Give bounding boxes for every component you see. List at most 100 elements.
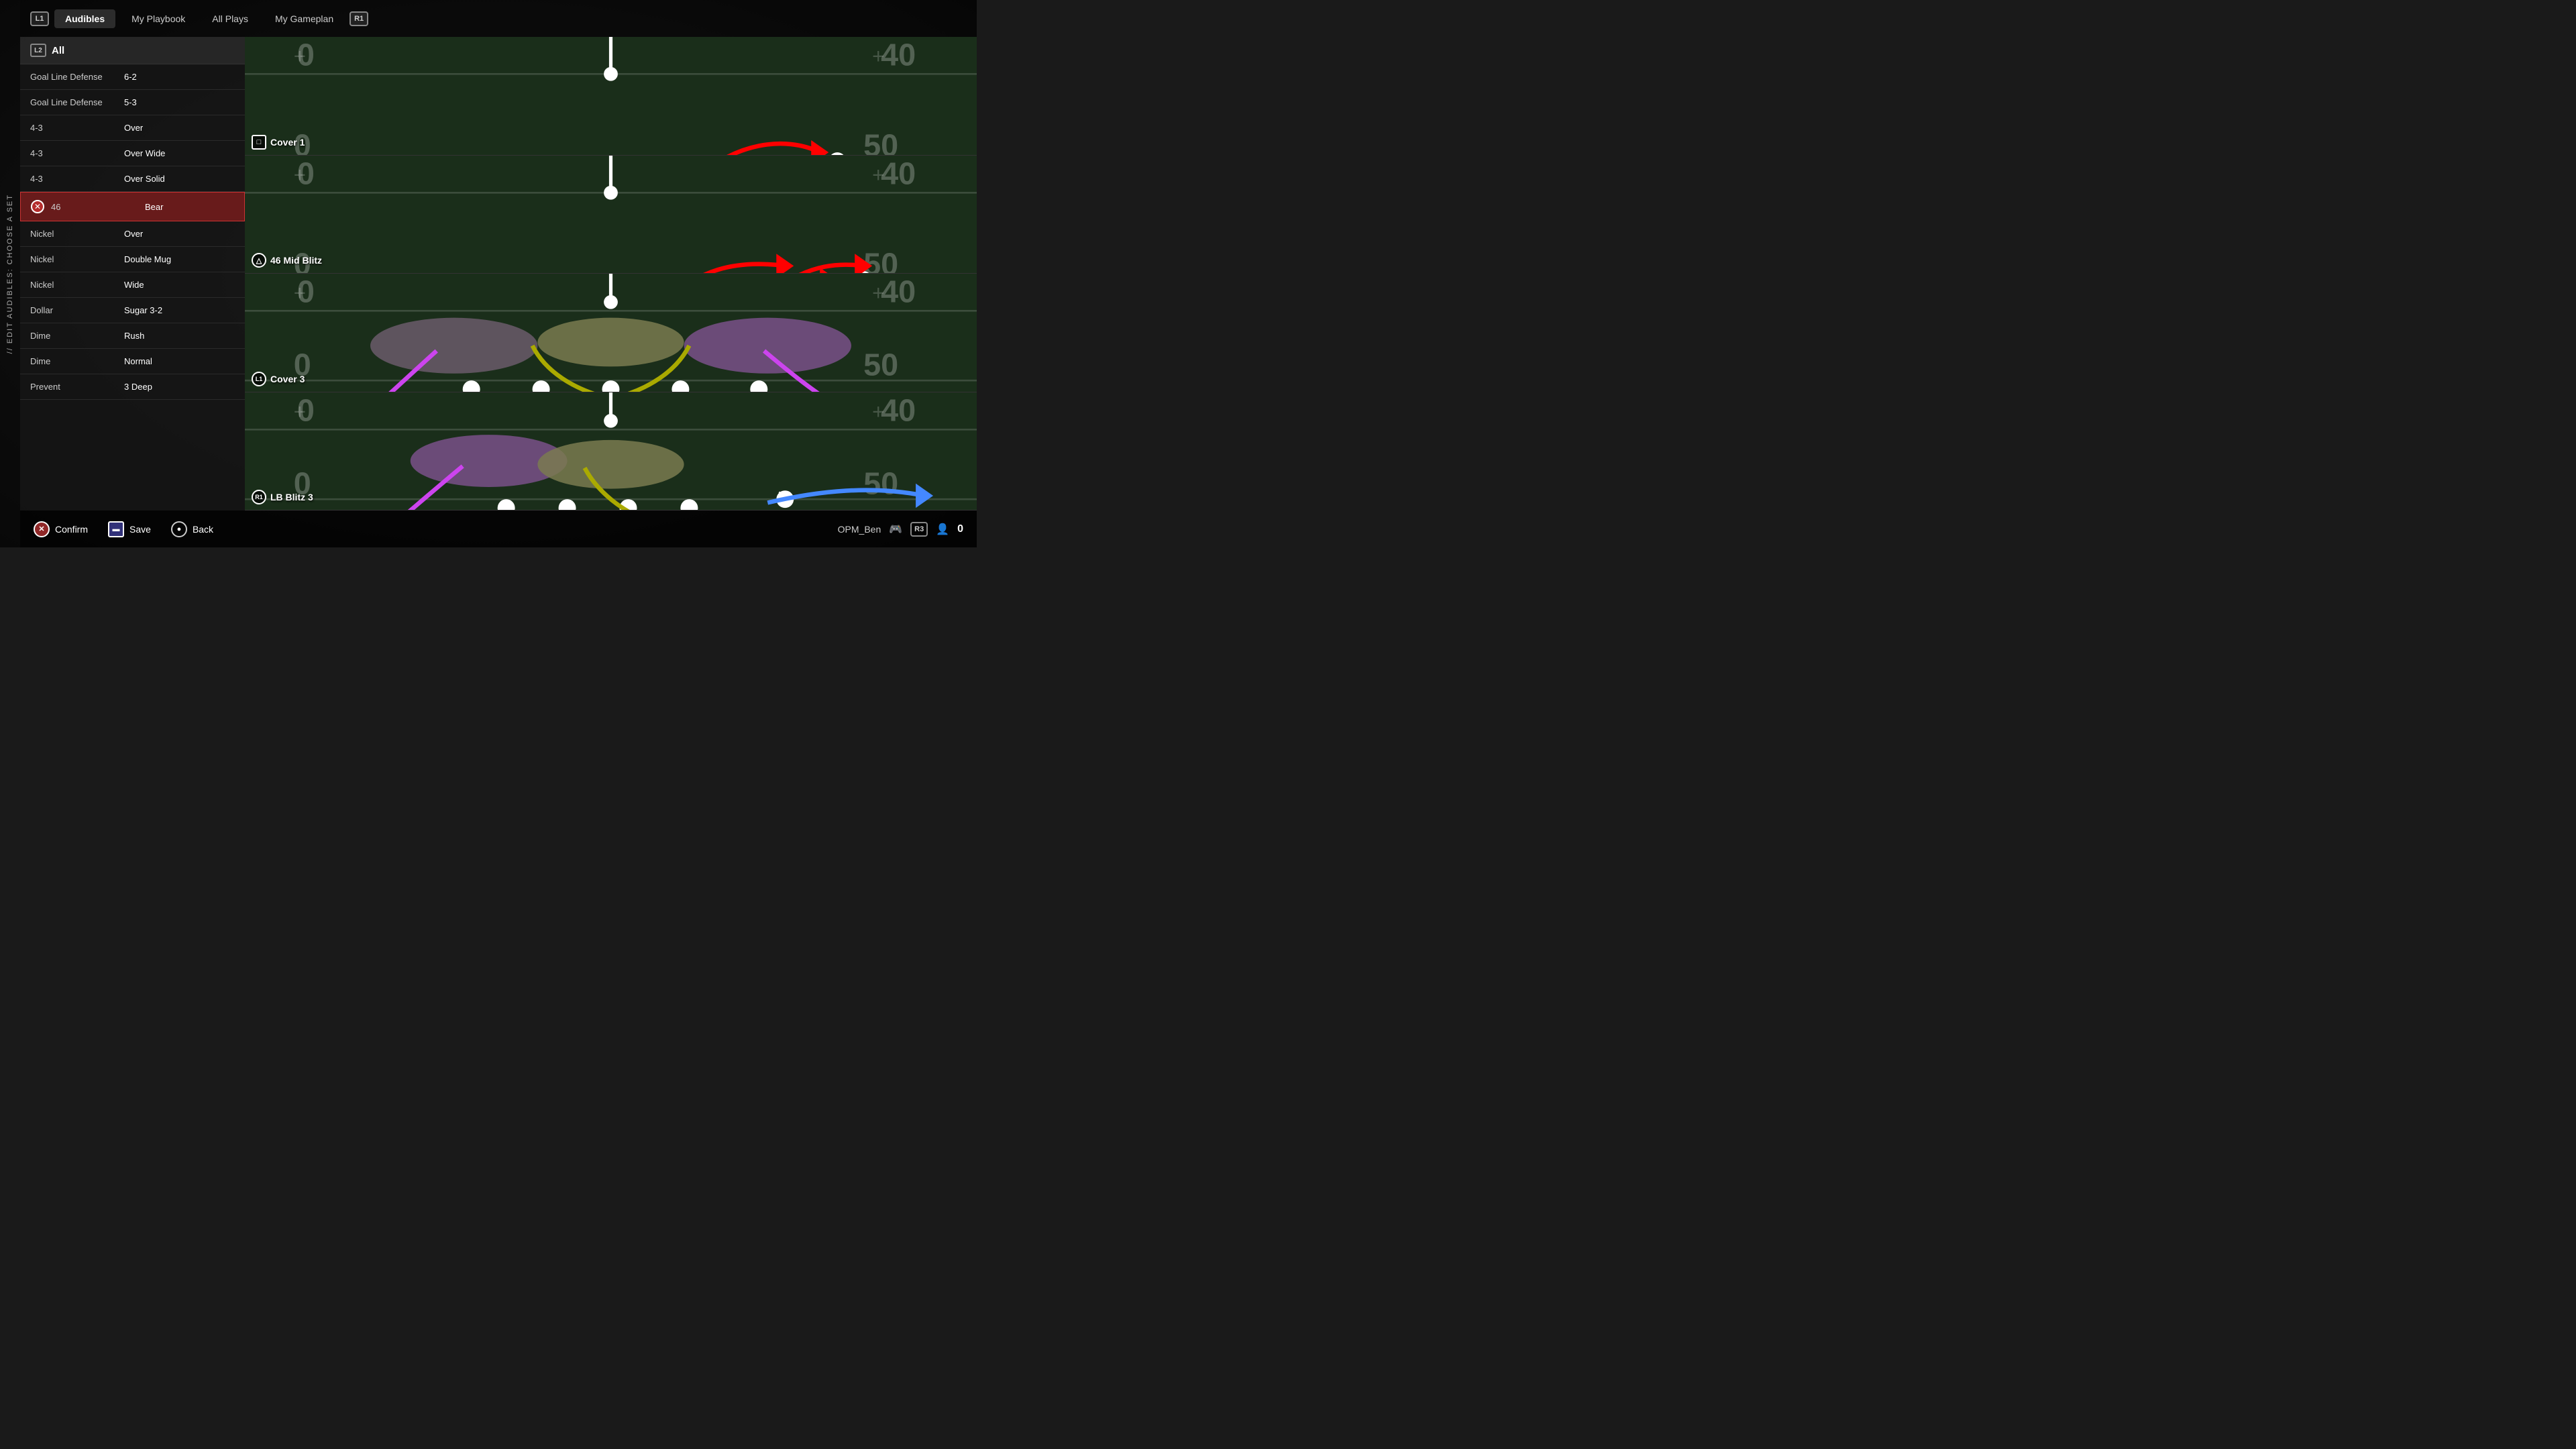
play-name-cover3: Cover 3 bbox=[270, 374, 305, 384]
play-name-7: Double Mug bbox=[124, 254, 171, 264]
play-name-3: Over Wide bbox=[124, 148, 165, 158]
r3-badge: R3 bbox=[910, 522, 928, 537]
play-name-5: Bear bbox=[145, 202, 163, 212]
square-icon: □ bbox=[252, 135, 266, 150]
selected-icon: ✕ bbox=[31, 200, 44, 213]
play-row-11[interactable]: Dime Normal bbox=[20, 349, 245, 374]
formation-12: Prevent bbox=[30, 382, 117, 392]
formation-7: Nickel bbox=[30, 254, 117, 264]
svg-text:40: 40 bbox=[881, 156, 916, 191]
play-row-9[interactable]: Dollar Sugar 3-2 bbox=[20, 298, 245, 323]
svg-text:40: 40 bbox=[881, 392, 916, 427]
tab-my-playbook[interactable]: My Playbook bbox=[121, 9, 196, 28]
svg-text:+: + bbox=[872, 400, 884, 423]
play-badge-lblitz3: R1 LB Blitz 3 bbox=[252, 490, 313, 504]
play-row-12[interactable]: Prevent 3 Deep bbox=[20, 374, 245, 400]
formation-11: Dime bbox=[30, 356, 117, 366]
controller-icon: 🎮 bbox=[889, 523, 902, 536]
diagram-cover1[interactable]: 0 40 0 50 5 50 + + ✕ ✕ bbox=[245, 37, 977, 156]
svg-text:+: + bbox=[872, 163, 884, 186]
l2-badge: L2 bbox=[30, 44, 46, 57]
formation-3: 4-3 bbox=[30, 148, 117, 158]
confirm-label: Confirm bbox=[55, 524, 88, 535]
diagram-46midblitz[interactable]: 0 40 0 50 5 50 + + ✕ ✕ bbox=[245, 156, 977, 274]
play-row-2[interactable]: 4-3 Over bbox=[20, 115, 245, 141]
svg-text:50: 50 bbox=[863, 466, 898, 500]
play-name-8: Wide bbox=[124, 280, 144, 290]
save-action[interactable]: ▬ Save bbox=[108, 521, 151, 537]
save-label: Save bbox=[129, 524, 151, 535]
play-badge-cover3: L1 Cover 3 bbox=[252, 372, 305, 386]
play-name-9: Sugar 3-2 bbox=[124, 305, 162, 315]
top-nav: L1 Audibles My Playbook All Plays My Gam… bbox=[20, 0, 977, 37]
svg-text:50: 50 bbox=[863, 127, 898, 154]
category-label: All bbox=[52, 45, 64, 56]
l1-icon: L1 bbox=[252, 372, 266, 386]
bottom-bar: ✕ Confirm ▬ Save ● Back OPM_Ben 🎮 R3 👤 0 bbox=[20, 511, 977, 547]
x-button-icon: ✕ bbox=[34, 521, 50, 537]
play-name-1: 5-3 bbox=[124, 97, 137, 107]
tab-audibles[interactable]: Audibles bbox=[54, 9, 115, 28]
play-diagrams-panel: 0 40 0 50 5 50 + + ✕ ✕ bbox=[245, 37, 977, 511]
diagram-46midblitz-svg: 0 40 0 50 5 50 + + ✕ ✕ bbox=[245, 156, 977, 274]
square-button-icon: ▬ bbox=[108, 521, 124, 537]
tab-all-plays[interactable]: All Plays bbox=[201, 9, 259, 28]
l1-badge: L1 bbox=[30, 11, 49, 26]
svg-text:+: + bbox=[294, 45, 306, 68]
play-row-3[interactable]: 4-3 Over Wide bbox=[20, 141, 245, 166]
svg-text:+: + bbox=[294, 400, 306, 423]
category-header: L2 All bbox=[20, 37, 245, 64]
diagram-cover1-svg: 0 40 0 50 5 50 + + ✕ ✕ bbox=[245, 37, 977, 155]
play-row-4[interactable]: 4-3 Over Solid bbox=[20, 166, 245, 192]
svg-text:+: + bbox=[872, 45, 884, 68]
username: OPM_Ben bbox=[838, 524, 881, 535]
diagram-cover3[interactable]: 0 40 0 50 + + ✕ bbox=[245, 274, 977, 392]
play-row-10[interactable]: Dime Rush bbox=[20, 323, 245, 349]
formation-8: Nickel bbox=[30, 280, 117, 290]
formation-10: Dime bbox=[30, 331, 117, 341]
play-name-lblitz3: LB Blitz 3 bbox=[270, 492, 313, 502]
play-list-panel: L2 All Goal Line Defense 6-2 Goal Line D… bbox=[20, 37, 245, 511]
svg-text:50: 50 bbox=[863, 347, 898, 382]
play-badge-cover1: □ Cover 1 bbox=[252, 135, 305, 150]
side-label-container: // EDIT AUDIBLES: CHOOSE A SET bbox=[0, 0, 20, 547]
play-row-1[interactable]: Goal Line Defense 5-3 bbox=[20, 90, 245, 115]
formation-5: 46 bbox=[51, 202, 138, 212]
play-name-cover1: Cover 1 bbox=[270, 137, 305, 148]
play-row-8[interactable]: Nickel Wide bbox=[20, 272, 245, 298]
side-label-text: // EDIT AUDIBLES: CHOOSE A SET bbox=[6, 194, 14, 354]
play-row-5[interactable]: ✕ 46 Bear bbox=[20, 192, 245, 221]
formation-9: Dollar bbox=[30, 305, 117, 315]
formation-0: Goal Line Defense bbox=[30, 72, 117, 82]
play-row-0[interactable]: Goal Line Defense 6-2 bbox=[20, 64, 245, 90]
formation-6: Nickel bbox=[30, 229, 117, 239]
diagram-lblitz3-svg: 0 40 0 50 + + bbox=[245, 392, 977, 511]
play-name-4: Over Solid bbox=[124, 174, 165, 184]
play-name-46midblitz: 46 Mid Blitz bbox=[270, 255, 322, 266]
play-name-2: Over bbox=[124, 123, 143, 133]
play-row-6[interactable]: Nickel Over bbox=[20, 221, 245, 247]
svg-text:+: + bbox=[294, 282, 306, 305]
formation-4: 4-3 bbox=[30, 174, 117, 184]
svg-text:+: + bbox=[872, 282, 884, 305]
back-label: Back bbox=[193, 524, 213, 535]
svg-text:50: 50 bbox=[863, 246, 898, 273]
play-name-10: Rush bbox=[124, 331, 144, 341]
play-row-7[interactable]: Nickel Double Mug bbox=[20, 247, 245, 272]
play-name-6: Over bbox=[124, 229, 143, 239]
score: 0 bbox=[957, 523, 963, 535]
formation-1: Goal Line Defense bbox=[30, 97, 117, 107]
play-name-11: Normal bbox=[124, 356, 152, 366]
circle-button-icon: ● bbox=[171, 521, 187, 537]
person-icon: 👤 bbox=[936, 523, 949, 536]
tab-my-gameplan[interactable]: My Gameplan bbox=[264, 9, 344, 28]
r1-icon: R1 bbox=[252, 490, 266, 504]
confirm-action[interactable]: ✕ Confirm bbox=[34, 521, 88, 537]
diagram-lblitz3[interactable]: 0 40 0 50 + + bbox=[245, 392, 977, 511]
r1-badge: R1 bbox=[350, 11, 368, 26]
back-action[interactable]: ● Back bbox=[171, 521, 213, 537]
triangle-icon: △ bbox=[252, 253, 266, 268]
formation-2: 4-3 bbox=[30, 123, 117, 133]
main-content: L2 All Goal Line Defense 6-2 Goal Line D… bbox=[20, 37, 977, 511]
diagram-cover3-svg: 0 40 0 50 + + ✕ bbox=[245, 274, 977, 392]
